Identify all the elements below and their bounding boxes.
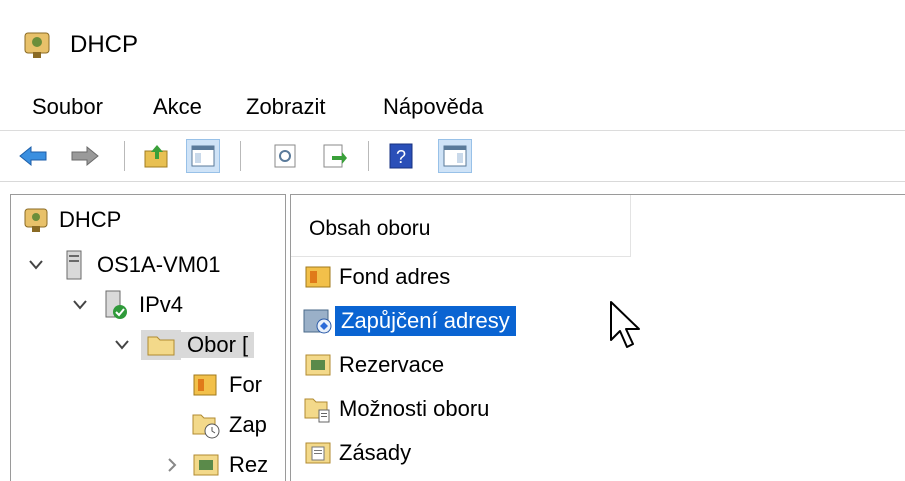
- show-console-tree-icon: [191, 145, 215, 167]
- window-title: DHCP: [70, 31, 139, 58]
- mouse-pointer-icon: [610, 301, 640, 348]
- action-pane-icon: [443, 145, 467, 167]
- toolbar-separator: [368, 141, 369, 171]
- back-button[interactable]: [16, 139, 50, 173]
- export-list-button[interactable]: [318, 139, 352, 173]
- toolbar-separator: [124, 141, 125, 171]
- address-leases-icon: [301, 305, 335, 337]
- forward-arrow-icon: [71, 145, 99, 167]
- back-arrow-icon: [19, 145, 47, 167]
- tree-item-dhcp[interactable]: DHCP: [21, 203, 121, 237]
- tree-item-reservations[interactable]: Rez: [161, 448, 268, 481]
- title-bar: DHCP: [0, 0, 905, 88]
- dhcp-icon: [21, 205, 51, 235]
- export-list-icon: [323, 144, 347, 168]
- forward-button[interactable]: [68, 139, 102, 173]
- console-tree: DHCP OS1A-VM01 IPv4 Obor [For Zap Rez: [10, 194, 286, 481]
- tree-item-address-pool[interactable]: For: [191, 368, 262, 402]
- menu-help[interactable]: Nápověda: [383, 93, 483, 121]
- chevron-down-icon[interactable]: [111, 340, 133, 350]
- list-item-scope-options[interactable]: Možnosti oboru: [301, 391, 493, 427]
- refresh-icon: [274, 144, 296, 168]
- dhcp-app-icon: [24, 32, 50, 58]
- ipv4-server-icon: [101, 290, 131, 320]
- show-hide-console-tree-button[interactable]: [186, 139, 220, 173]
- svg-text:?: ?: [396, 147, 406, 167]
- list-item-address-pool[interactable]: Fond adres: [301, 259, 454, 295]
- menu-file[interactable]: Soubor: [32, 93, 103, 121]
- address-leases-icon: [191, 410, 221, 440]
- scope-options-icon: [301, 393, 335, 425]
- tree-item-ipv4[interactable]: IPv4: [69, 288, 183, 322]
- list-item-reservations[interactable]: Rezervace: [301, 347, 448, 383]
- toolbar: ?: [0, 131, 905, 181]
- toolbar-border: [0, 181, 905, 182]
- server-icon: [59, 250, 89, 280]
- reservations-icon: [191, 450, 221, 480]
- chevron-down-icon[interactable]: [25, 260, 47, 270]
- tree-item-address-leases[interactable]: Zap: [191, 408, 267, 442]
- help-button[interactable]: ?: [384, 139, 418, 173]
- tree-item-server[interactable]: OS1A-VM01: [25, 248, 221, 282]
- chevron-down-icon[interactable]: [69, 300, 91, 310]
- show-hide-action-pane-button[interactable]: [438, 139, 472, 173]
- column-header-scope-contents[interactable]: Obsah oboru: [291, 195, 631, 257]
- help-icon: ?: [389, 143, 413, 169]
- policies-icon: [301, 437, 335, 469]
- content-pane: Obsah oboru Fond adres Zapůjčení adresy: [290, 194, 905, 481]
- menu-view[interactable]: Zobrazit: [246, 93, 325, 121]
- up-folder-icon: [144, 145, 168, 168]
- menu-action[interactable]: Akce: [153, 93, 202, 121]
- address-pool-icon: [191, 370, 221, 400]
- toolbar-separator: [240, 141, 241, 171]
- tree-item-scope[interactable]: Obor [: [111, 328, 255, 362]
- address-pool-icon: [301, 261, 335, 293]
- menu-bar: Soubor Akce Zobrazit Nápověda: [0, 84, 905, 130]
- refresh-button[interactable]: [268, 139, 302, 173]
- up-one-level-button[interactable]: [140, 139, 174, 173]
- chevron-right-icon[interactable]: [161, 458, 183, 472]
- list-item-policies[interactable]: Zásady: [301, 435, 415, 471]
- list-item-address-leases[interactable]: Zapůjčení adresy: [301, 303, 516, 339]
- folder-icon: [141, 330, 181, 360]
- reservations-icon: [301, 349, 335, 381]
